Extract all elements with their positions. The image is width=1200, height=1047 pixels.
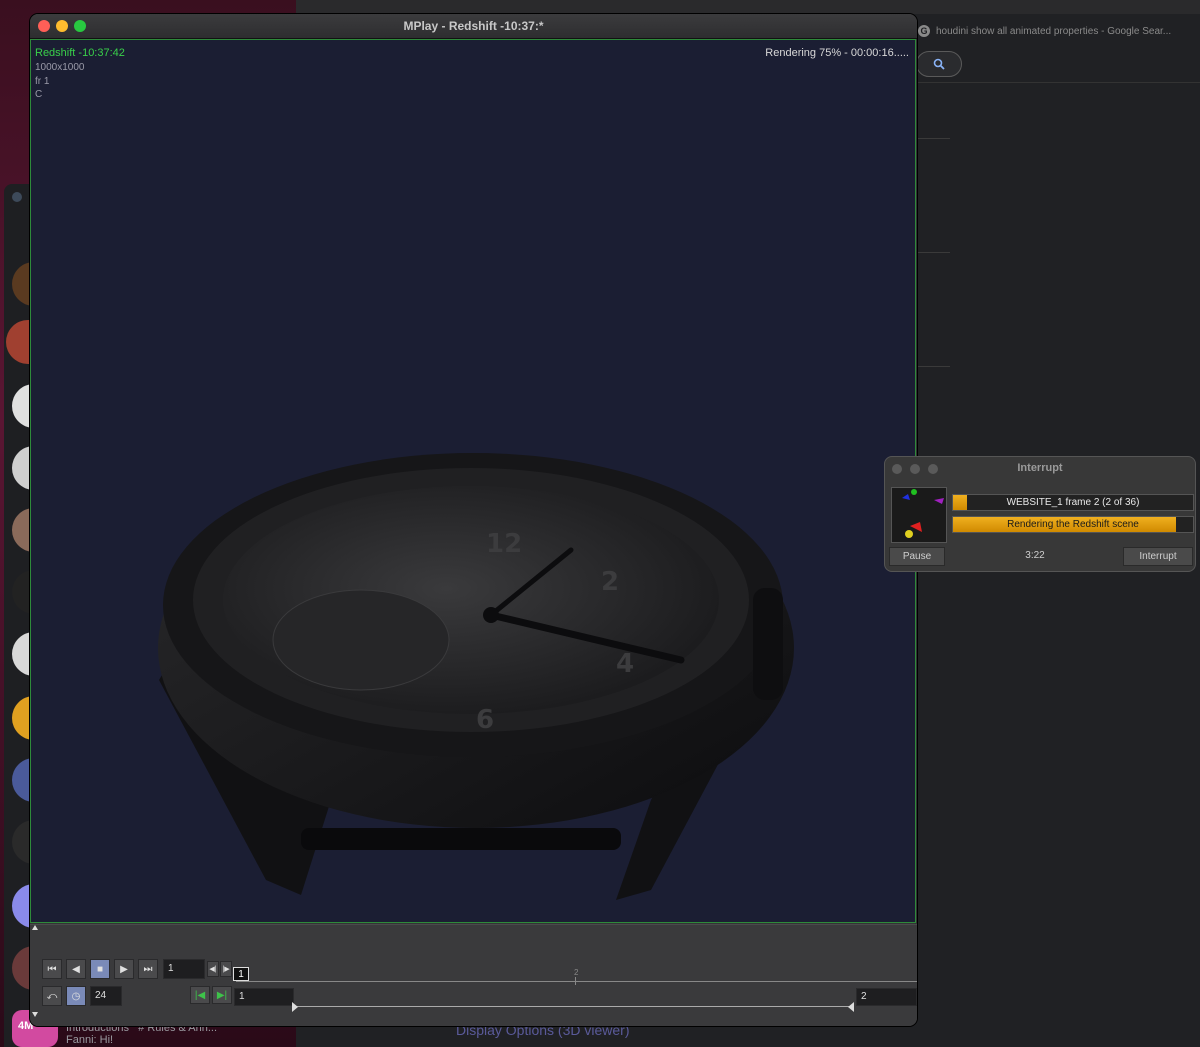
svg-text:12: 12 xyxy=(486,529,522,559)
window-dot xyxy=(12,192,22,202)
play-reverse-button[interactable]: ◀ xyxy=(66,959,86,979)
fps-field[interactable]: 24 xyxy=(90,986,122,1006)
play-icon: ▶ xyxy=(120,963,128,975)
search-button[interactable] xyxy=(916,51,962,77)
range-start-icon: |◀ xyxy=(194,989,206,1001)
frame-marker[interactable]: 1 xyxy=(233,967,249,981)
range-slider-track[interactable] xyxy=(292,1006,852,1007)
set-range-end-button[interactable]: ▶| xyxy=(212,986,232,1004)
range-start-field[interactable]: 1 xyxy=(234,988,294,1006)
interrupt-title: Interrupt xyxy=(1017,462,1063,474)
realtime-toggle[interactable]: ◷ xyxy=(66,986,86,1006)
expand-up-icon[interactable] xyxy=(32,925,38,930)
svg-text:6: 6 xyxy=(476,705,494,735)
divider xyxy=(916,252,950,253)
range-start-handle[interactable] xyxy=(292,1002,298,1012)
houdini-logo-icon xyxy=(891,487,947,543)
step-back-button[interactable]: ◀| xyxy=(207,961,219,977)
google-favicon-icon: G xyxy=(918,25,930,37)
range-end-icon: ▶| xyxy=(216,989,228,1001)
title-bar[interactable]: MPlay - Redshift -10:37:* xyxy=(30,14,917,39)
jump-end-button[interactable]: ⏭ xyxy=(138,959,158,979)
task-progress-bar: Rendering the Redshift scene xyxy=(952,516,1194,533)
skip-forward-icon: ⏭ xyxy=(143,963,153,975)
clock-icon: ◷ xyxy=(71,990,81,1002)
job-progress-bar: WEBSITE_1 frame 2 (2 of 36) xyxy=(952,494,1194,511)
interrupt-window: Interrupt WEBSITE_1 frame 2 (2 of 36) Re… xyxy=(884,456,1196,572)
skip-back-icon: ⏮ xyxy=(47,963,57,975)
divider xyxy=(30,924,917,925)
play-reverse-icon: ◀ xyxy=(72,963,80,975)
timeline-track[interactable] xyxy=(236,981,917,982)
divider xyxy=(916,138,950,139)
divider xyxy=(916,366,950,367)
browser-toolbar xyxy=(296,0,1200,14)
render-viewport[interactable]: Redshift -10:37:42 1000x1000 fr 1 C Rend… xyxy=(30,39,916,923)
timeline-tick-label: 2 xyxy=(574,968,579,977)
svg-text:2: 2 xyxy=(601,567,619,597)
interrupt-button[interactable]: Interrupt xyxy=(1123,547,1193,566)
browser-tab-title: houdini show all animated properties - G… xyxy=(936,25,1172,37)
range-end-handle[interactable] xyxy=(848,1002,854,1012)
collapse-down-icon[interactable] xyxy=(32,1012,38,1017)
elapsed-time: 3:22 xyxy=(1025,550,1045,561)
current-frame-field[interactable]: 1 xyxy=(163,959,205,979)
job-progress-label: WEBSITE_1 frame 2 (2 of 36) xyxy=(1006,497,1140,508)
message-preview: Fanni: Hi! xyxy=(66,1034,114,1046)
step-forward-icon: |▶ xyxy=(222,966,230,973)
task-progress-label: Rendering the Redshift scene xyxy=(1007,519,1139,530)
stop-icon: ■ xyxy=(96,963,104,975)
browser-tab[interactable]: G houdini show all animated properties -… xyxy=(918,20,1200,42)
pause-button[interactable]: Pause xyxy=(889,547,945,566)
svg-text:4: 4 xyxy=(616,649,634,679)
stop-button[interactable]: ■ xyxy=(90,959,110,979)
mplay-window: MPlay - Redshift -10:37:* Redshift -10:3… xyxy=(30,14,917,1026)
play-button[interactable]: ▶ xyxy=(114,959,134,979)
search-icon xyxy=(933,58,945,70)
set-range-start-button[interactable]: |◀ xyxy=(190,986,210,1004)
range-end-field[interactable]: 2 xyxy=(856,988,917,1006)
loop-icon: ⤺ xyxy=(46,990,58,1002)
playbar: ⏮ ◀ ■ ▶ ⏭ 1 ◀| |▶ 1 2 ⤺ ◷ 24 |◀ ▶| 1 2 xyxy=(30,924,917,1026)
window-title: MPlay - Redshift -10:37:* xyxy=(403,19,544,33)
step-back-icon: ◀| xyxy=(209,966,217,973)
watch-render-image: 12 2 4 6 xyxy=(158,453,794,900)
divider xyxy=(916,82,1200,83)
loop-mode-button[interactable]: ⤺ xyxy=(42,986,62,1006)
step-forward-button[interactable]: |▶ xyxy=(220,961,232,977)
jump-start-button[interactable]: ⏮ xyxy=(42,959,62,979)
